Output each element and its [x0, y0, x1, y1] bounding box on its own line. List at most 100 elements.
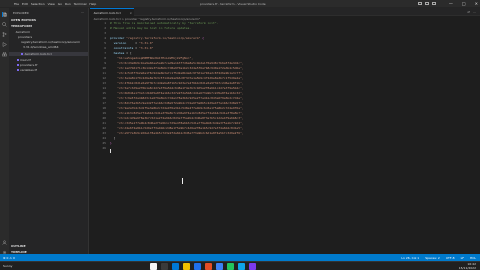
code-line[interactable]: 18 "zh:9e2a7b4c6d1f5e3a8b2c7d4e9f6a3b1c5… — [90, 106, 480, 110]
source-control-icon[interactable] — [2, 32, 7, 37]
code-token: "zh:a1b3c8d5e7f2a6b4c9d1e3f8a5b7c2d6e9f4… — [110, 111, 244, 115]
code-line[interactable]: 5 version = "3.31.0" — [90, 41, 480, 45]
folder-providers[interactable]: providers — [18, 35, 32, 39]
code-editor[interactable]: 1 # This file is maintained automatically… — [90, 21, 480, 261]
code-token: "zh:8d1f6a3b5c9e4d2f7a1b6c3d8e5f2a9b4c7d… — [110, 101, 244, 105]
code-line[interactable]: 16 "zh:7c9e5f2a4b8d3c1e6f9a5b2c7d4e1f8a3… — [90, 96, 480, 100]
code-line[interactable]: 21 "zh:c3d5e1f7a9b4c8d6e2f3a5b1c7d9e4f8a… — [90, 121, 480, 125]
code-line[interactable]: 26 — [90, 146, 480, 150]
search-icon[interactable] — [2, 22, 7, 27]
code-line[interactable]: 7 hashes = [ — [90, 51, 480, 55]
run-debug-icon[interactable] — [2, 42, 7, 47]
open-editors-section[interactable]: OPEN EDITORS — [11, 18, 36, 22]
code-line[interactable]: 10 "zh:1a27b61f1c3b1d2e3f4a5b6c7d8e9f0a1… — [90, 66, 480, 70]
code-line[interactable]: 11 "zh:2c5d3f7b2e0a1f8c9d4e6b3a7c1f5d2e8… — [90, 71, 480, 75]
line-content: # Manual edits may be lost in future upd… — [110, 26, 191, 30]
line-number: 6 — [104, 46, 106, 50]
line-number: 24 — [102, 136, 106, 140]
code-line[interactable]: 17 "zh:8d1f6a3b5c9e4d2f7a1b6c3d8e5f2a9b4… — [90, 101, 480, 105]
code-line[interactable]: 12 "zh:3e4a5b1f9c2d6e8a7b3c5f1d4e9a2b6c8… — [90, 76, 480, 80]
toggle-secondary-sidebar-icon[interactable] — [432, 2, 436, 5]
taskbar-app-icon[interactable] — [216, 263, 223, 270]
code-token: provider — [110, 36, 127, 40]
code-token: # This file is maintained automatically … — [110, 21, 219, 25]
menu-item-edit[interactable]: Edit — [22, 2, 28, 6]
taskbar-app-icon[interactable] — [183, 263, 190, 270]
menu-item-help[interactable]: Help — [89, 2, 96, 6]
workspace-section[interactable]: TERRAFORM — [11, 24, 32, 28]
code-line[interactable]: 20 "zh:b2c4d9e6f8a3b7c5d1e2f4a9b6c8d3e7f… — [90, 116, 480, 120]
taskbar-app-icon[interactable] — [238, 263, 245, 270]
outline-section[interactable]: OUTLINE — [11, 244, 26, 248]
menu-item-run[interactable]: Run — [65, 2, 71, 6]
toggle-sidebar-icon[interactable] — [418, 2, 422, 5]
close-tab-icon[interactable]: × — [129, 11, 132, 15]
code-line[interactable]: 19 "zh:a1b3c8d5e7f2a6b4c9d1e3f8a5b7c2d6e… — [90, 111, 480, 115]
code-line[interactable]: 24 ] — [90, 136, 480, 140]
code-line[interactable]: 14 "zh:5a7c3d9e2f6b1a8c4d7e3f9a5b2c6d8e1… — [90, 86, 480, 90]
explorer-icon[interactable] — [2, 12, 7, 17]
weather-widget[interactable]: Sunny — [3, 264, 12, 268]
line-number: 1 — [104, 21, 106, 25]
extensions-icon[interactable] — [2, 52, 7, 57]
line-number: 16 — [102, 96, 106, 100]
file-providers-tf[interactable]: providers.tf — [17, 63, 37, 67]
taskbar-app-icon[interactable] — [150, 263, 157, 270]
line-number: 9 — [104, 61, 106, 65]
menu-item-file[interactable]: File — [14, 2, 19, 6]
layout-controls — [418, 2, 436, 5]
status-item[interactable]: LF — [461, 256, 464, 260]
problems-indicator[interactable]: ⊗ 0 ⚠ 0 — [3, 256, 15, 260]
line-content: "zh:5a7c3d9e2f6b1a8c4d7e3f9a5b2c6d8e1f4a… — [110, 86, 243, 90]
taskbar-app-icon[interactable] — [161, 263, 168, 270]
taskbar-app-icon[interactable] — [172, 263, 179, 270]
menu-item-selection[interactable]: Selection — [31, 2, 45, 6]
folder-version[interactable]: 3.31.0/windows_amd64 — [23, 45, 58, 49]
code-line[interactable]: 23 "zh:e5f7a3b9c2d6e1f8a4b5c7d3e9f2a6b1c… — [90, 131, 480, 135]
code-line[interactable]: 6 constraints = "3.31.0" — [90, 46, 480, 50]
toggle-panel-icon[interactable] — [425, 2, 429, 5]
taskbar-app-icon[interactable] — [249, 263, 256, 270]
file-lock-hcl[interactable]: .terraform.lock.hcl — [9, 52, 88, 56]
code-line[interactable]: 13 "zh:4f6b2c8d1e5a9f3b7c4d2e6a8f1b5c9d3… — [90, 81, 480, 85]
status-item[interactable]: Spaces: 2 — [425, 256, 440, 260]
line-content: "zh:0cd3e0b9c1be9a0dea5a2b7cad9e1b3f7d6a… — [110, 61, 243, 65]
menu-item-terminal[interactable]: Terminal — [74, 2, 87, 6]
taskbar-app-icon[interactable] — [205, 263, 212, 270]
minimize-button[interactable]: — — [449, 1, 453, 6]
file-variables-tf[interactable]: variables.tf — [17, 68, 37, 72]
account-icon[interactable] — [2, 240, 7, 245]
more-actions-icon[interactable]: ⋯ — [473, 10, 476, 14]
code-line[interactable]: 4 provider "registry.terraform.io/hashico… — [90, 36, 480, 40]
sidebar-more-actions[interactable]: ... — [81, 10, 84, 14]
code-token: = [ — [126, 51, 132, 55]
split-editor-icon[interactable]: ⇄ — [467, 10, 470, 14]
file-main-tf[interactable]: main.tf — [17, 58, 31, 62]
folder-registry[interactable]: registry.terraform.io/hashicorp/azurerm — [21, 40, 80, 44]
os-taskbar: Sunny 16:42 15/11/2022 — [0, 261, 480, 270]
menu-item-view[interactable]: View — [48, 2, 55, 6]
taskbar-app-icon[interactable] — [227, 263, 234, 270]
code-line[interactable]: 2 # Manual edits may be lost in future up… — [90, 26, 480, 30]
code-token: constraints — [110, 46, 136, 50]
code-token: "registry.terraform.io/hashicorp/azurerm… — [126, 36, 201, 40]
close-window-button[interactable]: ✕ — [475, 1, 478, 6]
status-item[interactable]: HCL — [470, 256, 476, 260]
code-token: hashes — [110, 51, 127, 55]
taskbar-app-icon[interactable] — [194, 263, 201, 270]
code-line[interactable]: 9 "zh:0cd3e0b9c1be9a0dea5a2b7cad9e1b3f7d… — [90, 61, 480, 65]
code-line[interactable]: 8 "h1:ua5ngadnspH8MFRmn8A1TEnLmVEbjkVFgN… — [90, 56, 480, 60]
tab-lock-hcl[interactable]: .terraform.lock.hcl × — [90, 8, 134, 16]
status-item[interactable]: Ln 26, Col 1 — [401, 256, 419, 260]
status-item[interactable]: UTF-8 — [446, 256, 455, 260]
line-number: 7 — [104, 51, 106, 55]
system-tray-clock[interactable]: 16:42 15/11/2022 — [459, 262, 476, 270]
code-line[interactable]: 1 # This file is maintained automatically… — [90, 21, 480, 25]
code-line[interactable]: 22 "zh:d4e6f2a8b1c5d9e7f3a4b6c2d8e1f5a9b… — [90, 126, 480, 130]
folder-terraform[interactable]: .terraform — [15, 30, 30, 34]
code-line[interactable]: 15 "zh:6b8d4e1f3a7c2b9d5e8f4a1b6c3d7e9f2… — [90, 91, 480, 95]
maximize-button[interactable]: □ — [462, 1, 466, 6]
code-line[interactable]: 3 — [90, 31, 480, 35]
menu-item-go[interactable]: Go — [58, 2, 62, 6]
code-line[interactable]: 25} — [90, 141, 480, 145]
